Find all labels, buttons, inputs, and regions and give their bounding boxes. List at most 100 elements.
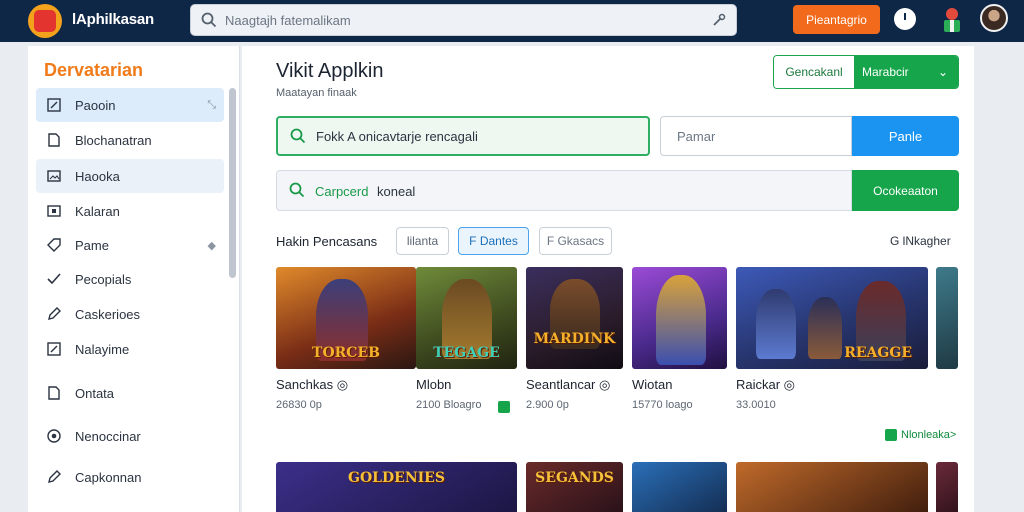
sidebar-item-label: Nenoccinar	[75, 428, 141, 444]
filter-chip[interactable]: lilanta	[396, 227, 449, 255]
game-title: TORCEB	[312, 345, 380, 361]
game-title: MARDINK	[533, 331, 616, 347]
toggle-right-button[interactable]: Marabcir ⌄	[854, 56, 958, 88]
sidebar-item-label: Nalayime	[75, 341, 130, 357]
top-bar: lAphilkasan Naagtajh fatemalikam Pieanta…	[0, 0, 1024, 42]
game-card[interactable]: SEGANDS	[526, 462, 623, 512]
sidebar-item-label: Paooin	[75, 97, 116, 113]
game-title: GOLDENIES	[348, 470, 445, 486]
sidebar-item-label: Kalaran	[75, 203, 120, 219]
more-link[interactable]: Nlonleaka>	[885, 429, 956, 441]
game-thumbnail[interactable]: TEGAGE	[416, 267, 517, 369]
game-card[interactable]	[736, 462, 928, 512]
sidebar-item-caskerioes[interactable]: Caskerioes	[36, 297, 224, 331]
image-icon	[46, 168, 62, 184]
sidebar-item-paooin[interactable]: Paooin ⤡	[36, 88, 224, 122]
edit-icon	[46, 341, 62, 357]
app-logo-icon[interactable]	[28, 4, 62, 38]
sidebar-item-blochanatran[interactable]: Blochanatran	[36, 123, 224, 157]
filter-chip-active[interactable]: F Dantes	[458, 227, 529, 255]
check-icon	[46, 271, 62, 287]
game-thumbnail[interactable]: REAGGE	[736, 267, 928, 369]
sidebar: Dervatarian Paooin ⤡ Blochanatran Haooka…	[28, 46, 240, 512]
game-meta: 15770 loago	[632, 399, 693, 411]
game-thumbnail[interactable]	[936, 267, 958, 369]
pencil-icon	[46, 469, 62, 485]
sidebar-item-label: Ontata	[75, 385, 115, 401]
sidebar-item-label: Pecopials	[75, 271, 132, 287]
tag-icon	[46, 237, 62, 253]
verified-icon	[498, 401, 510, 413]
game-card[interactable]: MARDINK Seantlancar ◎ 2.900 0p	[526, 267, 623, 411]
document-icon	[46, 385, 62, 401]
game-card-partial[interactable]	[936, 267, 958, 369]
place-placeholder: Pamar	[677, 129, 716, 144]
app-search-input[interactable]: Fokk A onicavtarje rencagali	[276, 116, 650, 156]
filter-label: Hakin Pencasans	[276, 234, 378, 249]
game-card[interactable]	[632, 462, 727, 512]
document-icon	[46, 132, 62, 148]
game-card[interactable]: TEGAGE Mlobn 2100 Bloagro	[416, 267, 517, 413]
search-icon	[290, 128, 306, 144]
place-input[interactable]: Pamar	[660, 116, 852, 156]
toggle-left-button[interactable]: Gencakanl	[774, 56, 854, 88]
game-title: TEGAGE	[433, 345, 500, 361]
sidebar-item-ontata[interactable]: Ontata	[36, 376, 224, 410]
sidebar-item-nalayime[interactable]: Nalayime	[36, 332, 224, 366]
keyword-search-button[interactable]: Ocokeaaton	[852, 170, 959, 211]
game-caption: Mlobn	[416, 377, 452, 392]
keyword-search-input[interactable]: Carpcerd koneal	[276, 170, 852, 211]
page-subtitle: Maatayan finaak	[276, 87, 357, 99]
sidebar-item-capkonnan[interactable]: Capkonnan	[36, 460, 224, 494]
sidebar-item-kalaran[interactable]: Kalaran	[36, 194, 224, 228]
search-icon	[289, 182, 305, 198]
sort-link[interactable]: G lNkagher	[890, 234, 951, 248]
game-thumbnail[interactable]	[632, 267, 727, 369]
filter-chip[interactable]: F Gkasacs	[539, 227, 612, 255]
sidebar-item-haooka[interactable]: Haooka	[36, 159, 224, 193]
sidebar-item-pecopials[interactable]: Pecopials	[36, 262, 224, 296]
game-title: REAGGE	[844, 345, 912, 361]
game-card[interactable]: REAGGE Raickar ◎ 33.0010	[736, 267, 928, 411]
sidebar-item-label: Blochanatran	[75, 132, 152, 148]
toggle-right-label: Marabcir	[862, 65, 909, 79]
main-panel: Vikit Applkin Maatayan finaak Gencakanl …	[242, 46, 974, 512]
view-toggle: Gencakanl Marabcir ⌄	[773, 55, 959, 89]
sidebar-scrollbar[interactable]	[229, 88, 236, 278]
tool-icon[interactable]	[712, 13, 726, 27]
user-avatar[interactable]	[980, 4, 1008, 32]
edit-icon	[46, 97, 62, 113]
game-caption: Sanchkas ◎	[276, 377, 349, 392]
game-card-partial[interactable]	[936, 462, 958, 512]
verified-icon	[885, 429, 897, 441]
sidebar-title: Dervatarian	[44, 60, 144, 80]
diamond-icon: ◆	[207, 239, 216, 252]
game-meta: 26830 0p	[276, 399, 322, 411]
place-submit-button[interactable]: Panle	[852, 116, 959, 156]
search-icon	[201, 12, 217, 28]
global-search-input[interactable]: Naagtajh fatemalikam	[190, 4, 737, 36]
gift-icon[interactable]	[940, 6, 964, 34]
sidebar-item-nenoccinar[interactable]: Nenoccinar	[36, 419, 224, 453]
game-meta: 2.900 0p	[526, 399, 569, 411]
chevron-down-icon: ⌄	[937, 65, 948, 79]
promo-button[interactable]: Pieantagrio	[793, 5, 880, 34]
pencil-icon	[46, 306, 62, 322]
game-card[interactable]: GOLDENIES	[276, 462, 517, 512]
clock-icon[interactable]	[894, 8, 916, 30]
game-thumbnail[interactable]: MARDINK	[526, 267, 623, 369]
global-search-placeholder: Naagtajh fatemalikam	[225, 13, 351, 28]
game-caption: Wiotan	[632, 377, 673, 392]
game-card[interactable]: Wiotan 15770 loago	[632, 267, 727, 411]
game-thumbnail[interactable]: TORCEB	[276, 267, 416, 369]
app-search-value: Fokk A onicavtarje rencagali	[316, 129, 478, 144]
target-icon	[46, 428, 62, 444]
sidebar-item-pame[interactable]: Pame ◆	[36, 228, 224, 262]
more-link-label: Nlonleaka>	[901, 429, 957, 441]
sidebar-item-label: Capkonnan	[75, 469, 142, 485]
keyword-search-tag: Carpcerd	[315, 184, 369, 199]
collapse-icon[interactable]: ⤡	[207, 99, 216, 112]
game-caption: Seantlancar ◎	[526, 377, 611, 392]
game-caption: Raickar ◎	[736, 377, 796, 392]
game-card[interactable]: TORCEB Sanchkas ◎ 26830 0p	[276, 267, 416, 411]
